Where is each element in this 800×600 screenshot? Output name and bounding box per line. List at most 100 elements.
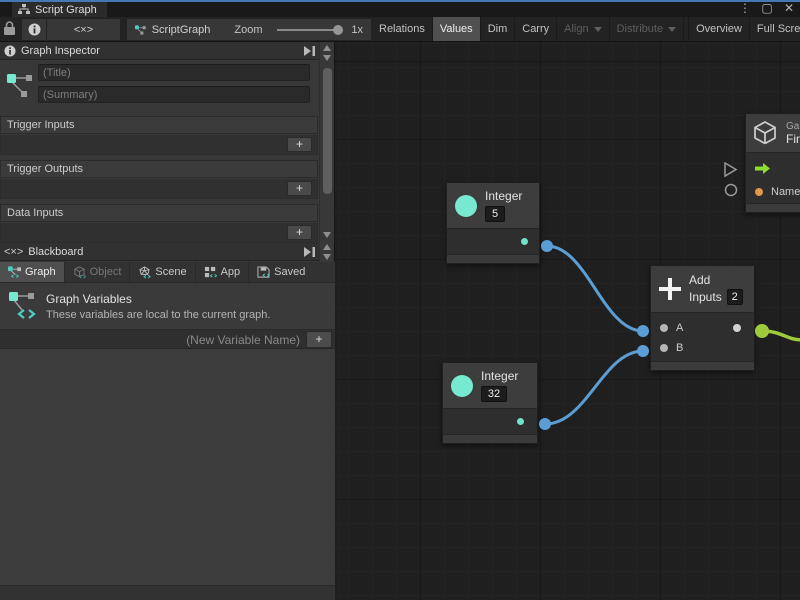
- zoom-slider-thumb[interactable]: [333, 25, 343, 35]
- values-button[interactable]: Values: [433, 17, 481, 41]
- node-title: Add: [689, 273, 743, 287]
- wire-endpoint[interactable]: [539, 418, 551, 430]
- new-variable-field[interactable]: [4, 331, 300, 348]
- wire-endpoint[interactable]: [755, 324, 769, 338]
- add-operator-icon: [659, 278, 681, 300]
- align-dropdown[interactable]: Align: [557, 17, 609, 41]
- tab-graph[interactable]: Graph: [0, 262, 65, 282]
- inputs-count-field[interactable]: 2: [727, 289, 743, 305]
- node-footer: [651, 361, 754, 370]
- port-label: A: [676, 322, 683, 334]
- add-trigger-input-button[interactable]: +: [287, 137, 312, 152]
- graph-variables-info: Graph Variables These variables are loca…: [0, 283, 335, 330]
- object-cube-icon: [73, 266, 86, 279]
- trigger-arrow-icon[interactable]: [755, 163, 770, 174]
- node-integer-a[interactable]: Integer 5: [446, 182, 540, 264]
- output-port[interactable]: [521, 238, 528, 245]
- code-view-button[interactable]: <×>: [47, 19, 120, 40]
- blackboard-title: Blackboard: [28, 246, 83, 258]
- chevron-down-icon: [668, 27, 676, 32]
- graph-canvas[interactable]: Integer 5 Integer 32: [335, 42, 800, 600]
- graph-name[interactable]: ScriptGraph: [152, 24, 211, 36]
- trigger-outputs-header: Trigger Outputs: [0, 160, 318, 178]
- carry-button[interactable]: Carry: [515, 17, 557, 41]
- full-screen-button[interactable]: Full Screen: [750, 17, 800, 41]
- scroll-up-icon[interactable]: [323, 45, 331, 51]
- graph-inspector-header: Graph Inspector: [0, 42, 320, 60]
- output-port[interactable]: [733, 324, 741, 332]
- dock-panel-button[interactable]: [303, 46, 316, 56]
- tab-scene[interactable]: Scene: [130, 262, 195, 282]
- data-inputs-header: Data Inputs: [0, 204, 318, 222]
- inspect-toggle-button[interactable]: [22, 19, 46, 40]
- add-trigger-output-button[interactable]: +: [287, 181, 312, 196]
- tab-app[interactable]: App: [196, 262, 250, 282]
- distribute-dropdown[interactable]: Distribute: [610, 17, 684, 41]
- tab-saved[interactable]: Saved: [249, 262, 313, 282]
- add-data-input-button[interactable]: +: [287, 225, 312, 240]
- port-label: B: [676, 342, 683, 354]
- wire-integer-a-to-add: [547, 246, 643, 331]
- zoom-label: Zoom: [234, 24, 262, 36]
- lock-icon: [3, 21, 16, 36]
- input-port-b[interactable]: [660, 344, 668, 352]
- scroll-down-icon[interactable]: [323, 55, 331, 61]
- node-add[interactable]: Add Inputs 2 A B: [650, 265, 755, 371]
- tab-object[interactable]: Object: [65, 262, 131, 282]
- overview-button[interactable]: Overview: [689, 17, 750, 41]
- blackboard-header: <×> Blackboard: [0, 243, 320, 261]
- left-panel: Graph Inspector Trigger Inputs + Trigger…: [0, 42, 335, 600]
- add-variable-button[interactable]: +: [306, 331, 332, 348]
- zoom-slider[interactable]: [277, 29, 340, 31]
- dock-icon: [303, 46, 316, 56]
- wire-add-output: [762, 331, 800, 340]
- dock-icon: [303, 247, 316, 257]
- window-maximize-icon[interactable]: ▢: [760, 1, 774, 15]
- value-connect-prompt-icon[interactable]: [724, 183, 738, 197]
- gameobject-cube-icon: [752, 120, 778, 146]
- name-input-port[interactable]: [755, 188, 763, 196]
- inspector-scrollbar[interactable]: [319, 42, 334, 243]
- scroll-down-icon[interactable]: [323, 254, 331, 260]
- dim-button[interactable]: Dim: [481, 17, 516, 41]
- scroll-up-icon[interactable]: [323, 244, 331, 250]
- scroll-down-icon[interactable]: [323, 232, 331, 238]
- window-close-icon[interactable]: ✕: [782, 1, 796, 15]
- lock-button[interactable]: [3, 21, 16, 36]
- integer-value-field[interactable]: 5: [485, 206, 505, 222]
- graph-variables-icon: [8, 288, 36, 324]
- node-title: Integer: [481, 369, 518, 383]
- scrollbar-thumb[interactable]: [323, 68, 332, 194]
- wire-endpoint[interactable]: [637, 325, 649, 337]
- title-bar: Script Graph ⋮ ▢ ✕: [0, 0, 800, 17]
- graph-variables-title: Graph Variables: [46, 292, 270, 306]
- blackboard-tabs: Graph Object Scene: [0, 262, 335, 283]
- integer-type-icon: [455, 195, 477, 217]
- relations-button[interactable]: Relations: [372, 17, 433, 41]
- node-clipped[interactable]: Gam Fin Name: [745, 113, 800, 213]
- output-port[interactable]: [517, 418, 524, 425]
- graph-inspector-title: Graph Inspector: [21, 45, 100, 57]
- input-port-a[interactable]: [660, 324, 668, 332]
- toolbar-buttons: Relations Values Dim Carry Align Distrib…: [372, 17, 800, 41]
- integer-value-field[interactable]: 32: [481, 386, 507, 402]
- input-port-row: B: [651, 338, 754, 358]
- graph-variables-description: These variables are local to the current…: [46, 309, 270, 321]
- node-footer: [447, 254, 539, 263]
- node-integer-b[interactable]: Integer 32: [442, 362, 538, 444]
- script-graph-window: Script Graph ⋮ ▢ ✕ <×>: [0, 0, 800, 600]
- trigger-inputs-list: +: [0, 135, 318, 155]
- graph-summary-field[interactable]: [38, 86, 310, 103]
- node-title: Integer: [485, 189, 522, 203]
- focus-highlight-line: [0, 0, 800, 2]
- trigger-connect-prompt-icon[interactable]: [723, 162, 739, 178]
- wire-endpoint[interactable]: [637, 345, 649, 357]
- blackboard-empty-area: [0, 349, 335, 585]
- trigger-input-row: [746, 159, 800, 177]
- tab-script-graph[interactable]: Script Graph: [12, 2, 107, 17]
- wire-endpoint[interactable]: [541, 240, 553, 252]
- code-icon: <×>: [74, 24, 93, 36]
- dock-panel-button[interactable]: [303, 247, 316, 257]
- window-menu-icon[interactable]: ⋮: [738, 1, 752, 15]
- graph-title-field[interactable]: [38, 64, 310, 81]
